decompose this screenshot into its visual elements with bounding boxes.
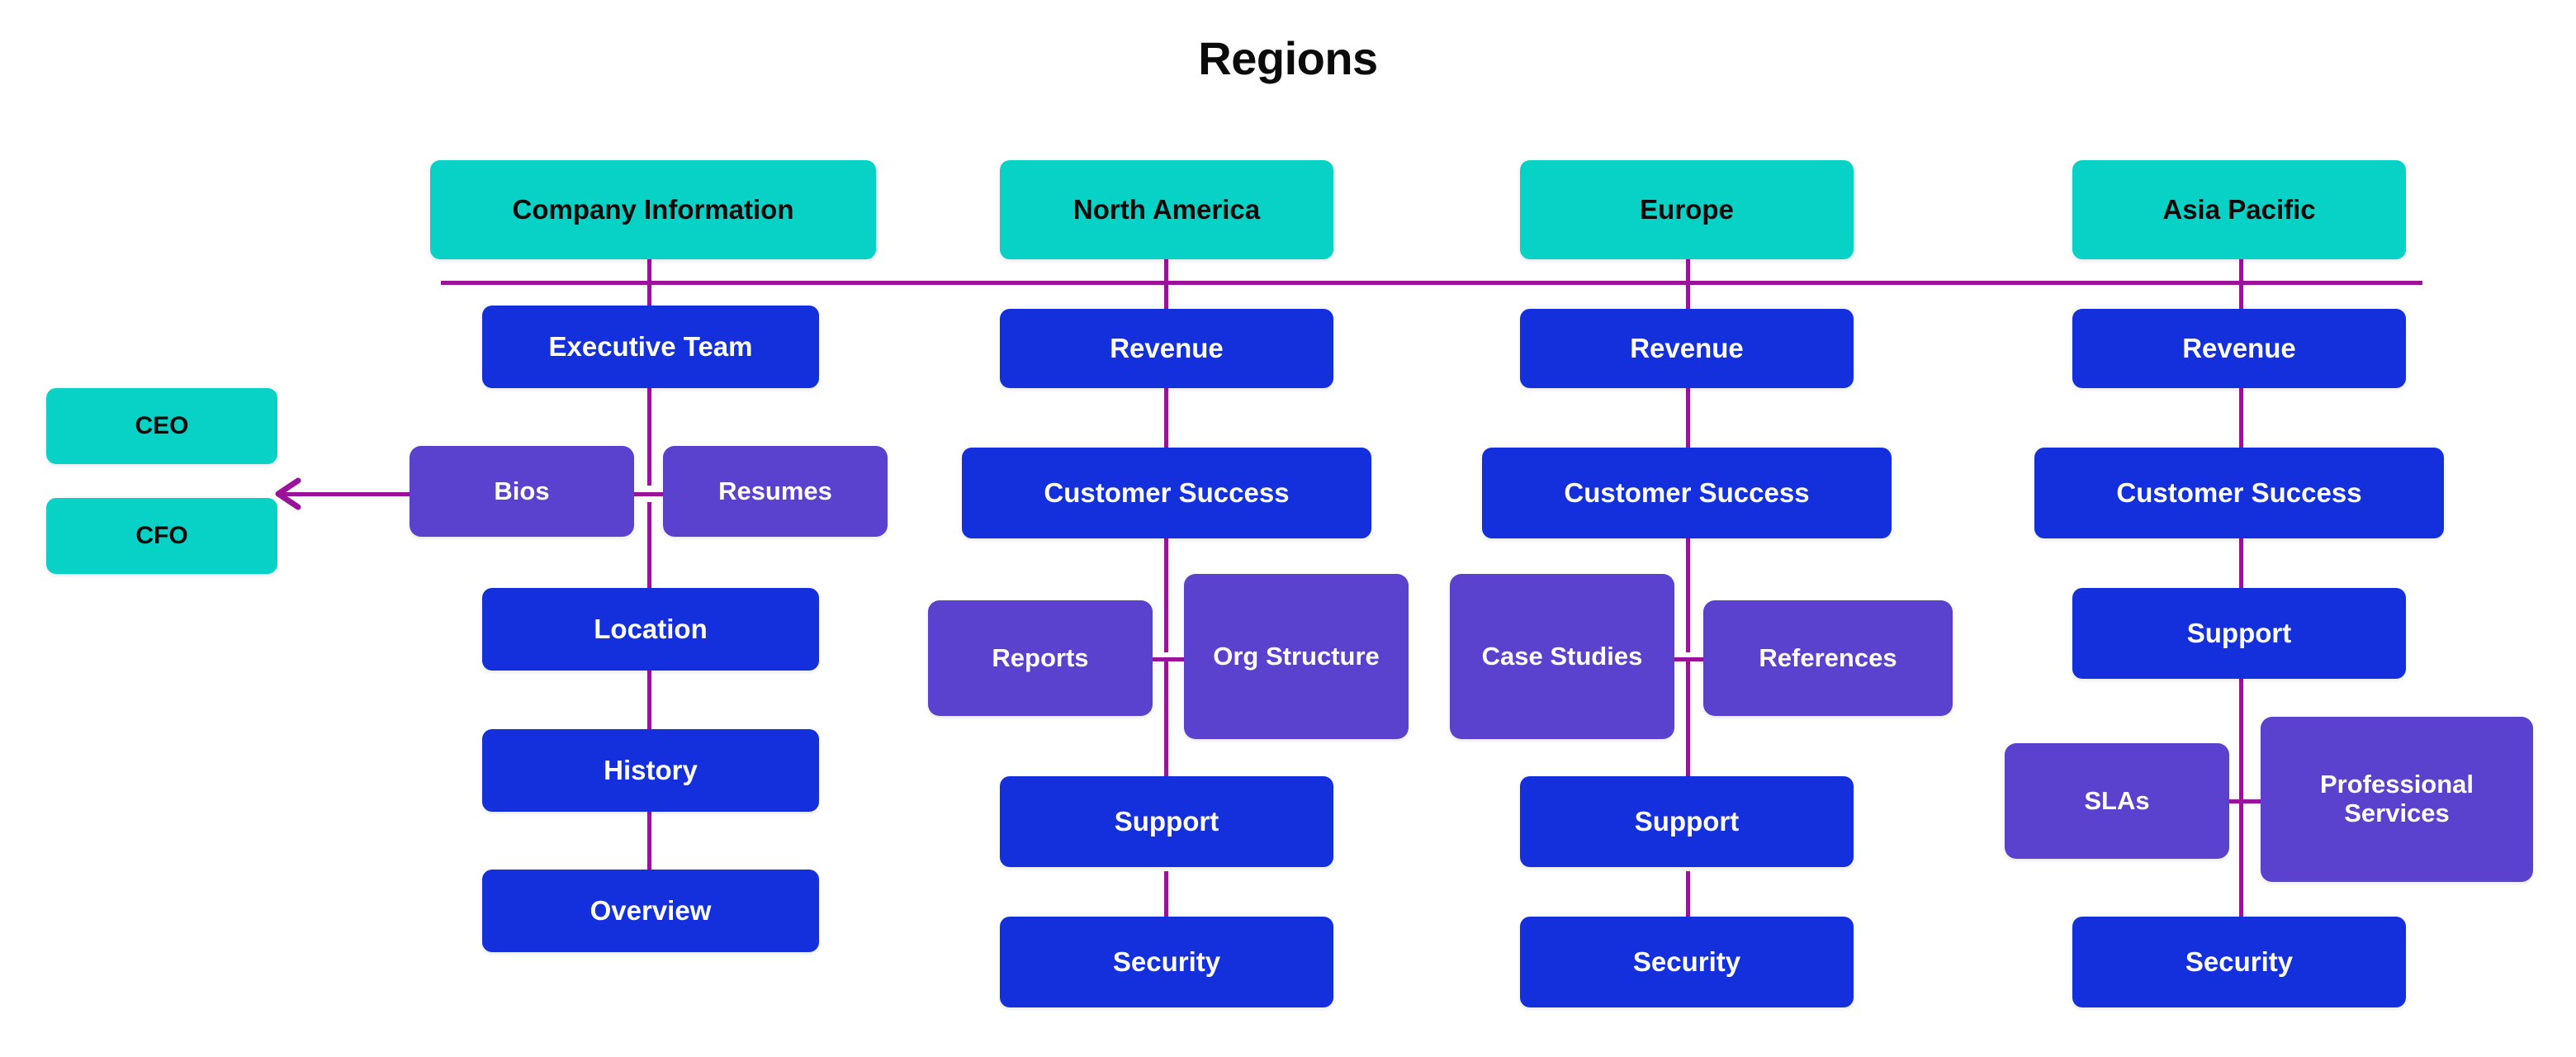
node-label: Revenue (1630, 332, 1744, 363)
branch-node-case-studies[interactable]: Case Studies (1450, 574, 1674, 739)
node-label: Customer Success (2116, 476, 2362, 508)
column-header-label: Company Information (512, 193, 794, 225)
node-label: Security (2185, 946, 2294, 977)
branch-label: Professional Services (2319, 770, 2474, 827)
connector-c3-cs-to-branch (1686, 537, 1690, 652)
branch-label: Bios (494, 476, 550, 505)
connector-c4-header-to-revenue (2239, 259, 2243, 310)
node-label: Customer Success (1044, 476, 1290, 508)
node-label: Support (1114, 805, 1219, 837)
node-na-support[interactable]: Support (1000, 776, 1333, 867)
branch-node-reports[interactable]: Reports (928, 600, 1153, 716)
connector-c4-branch-to-security (2239, 793, 2243, 925)
branch-label: Org Structure (1213, 641, 1380, 671)
node-executive-team[interactable]: Executive Team (482, 306, 819, 388)
connector-c1-branch-to-location (647, 502, 651, 593)
branch-node-references[interactable]: References (1703, 600, 1953, 716)
officer-node-ceo[interactable]: CEO (46, 388, 277, 464)
node-na-customer-success[interactable]: Customer Success (962, 448, 1371, 538)
node-ap-revenue[interactable]: Revenue (2072, 309, 2406, 388)
node-eu-support[interactable]: Support (1520, 776, 1854, 867)
connector-c3-revenue-to-cs (1686, 388, 1690, 448)
column-header-asia-pacific[interactable]: Asia Pacific (2072, 160, 2406, 259)
node-label: Customer Success (1564, 476, 1810, 508)
branch-label: Case Studies (1481, 641, 1643, 671)
node-label: History (604, 754, 698, 785)
node-label: Support (1634, 805, 1740, 837)
node-label: Revenue (2182, 332, 2296, 363)
column-header-company-information[interactable]: Company Information (430, 160, 876, 259)
node-na-revenue[interactable]: Revenue (1000, 309, 1333, 388)
branch-node-bios[interactable]: Bios (410, 446, 634, 537)
node-ap-security[interactable]: Security (2072, 917, 2406, 1007)
officer-label-cfo: CFO (135, 522, 188, 550)
connector-c4-revenue-to-cs (2239, 388, 2243, 448)
connector-c3-branch-to-support (1686, 661, 1690, 776)
connector-c3-support-to-security (1686, 871, 1690, 921)
branch-node-resumes[interactable]: Resumes (663, 446, 888, 537)
connector-c2-cs-to-branch (1164, 537, 1168, 652)
connector-c3-header-to-revenue (1686, 259, 1690, 310)
branch-node-slas[interactable]: SLAs (2005, 743, 2229, 859)
node-label: Security (1632, 946, 1741, 977)
connector-top-spine (441, 281, 2422, 285)
connector-c2-branch-to-support (1164, 661, 1168, 776)
branch-label: Reports (992, 642, 1089, 672)
branch-node-professional-services[interactable]: Professional Services (2261, 717, 2533, 882)
officer-label-ceo: CEO (135, 412, 189, 440)
node-eu-revenue[interactable]: Revenue (1520, 309, 1854, 388)
branch-node-org-structure[interactable]: Org Structure (1184, 574, 1409, 739)
branch-label: References (1759, 642, 1897, 672)
node-label: Location (594, 613, 708, 644)
branch-label: SLAs (2084, 785, 2150, 815)
node-overview[interactable]: Overview (482, 870, 819, 952)
connector-c4-support-to-branch (2239, 679, 2243, 794)
column-header-north-america[interactable]: North America (1000, 160, 1333, 259)
connector-c1-header-to-exec (647, 259, 651, 309)
diagram-canvas: Regions CEO CFO Company Information Exec… (0, 0, 2576, 1057)
node-label: Revenue (1110, 332, 1224, 363)
node-label: Support (2186, 617, 2292, 648)
connector-c2-revenue-to-cs (1164, 388, 1168, 448)
connector-c2-header-to-revenue (1164, 259, 1168, 310)
node-ap-customer-success[interactable]: Customer Success (2034, 448, 2444, 538)
branch-label: Resumes (718, 476, 832, 505)
node-ap-support[interactable]: Support (2072, 588, 2406, 679)
node-eu-customer-success[interactable]: Customer Success (1482, 448, 1892, 538)
node-label: Executive Team (548, 330, 753, 362)
officer-node-cfo[interactable]: CFO (46, 498, 277, 574)
column-header-europe[interactable]: Europe (1520, 160, 1854, 259)
connector-c1-exec-to-branch (647, 386, 651, 486)
node-history[interactable]: History (482, 729, 819, 812)
node-label: Security (1112, 946, 1221, 977)
node-location[interactable]: Location (482, 588, 819, 671)
column-header-label: North America (1073, 193, 1261, 225)
node-eu-security[interactable]: Security (1520, 917, 1854, 1007)
node-label: Overview (590, 894, 712, 926)
column-header-label: Europe (1640, 193, 1734, 225)
page-title: Regions (1198, 32, 1378, 84)
node-na-security[interactable]: Security (1000, 917, 1333, 1007)
connector-c2-support-to-security (1164, 871, 1168, 921)
column-header-label: Asia Pacific (2162, 193, 2316, 225)
